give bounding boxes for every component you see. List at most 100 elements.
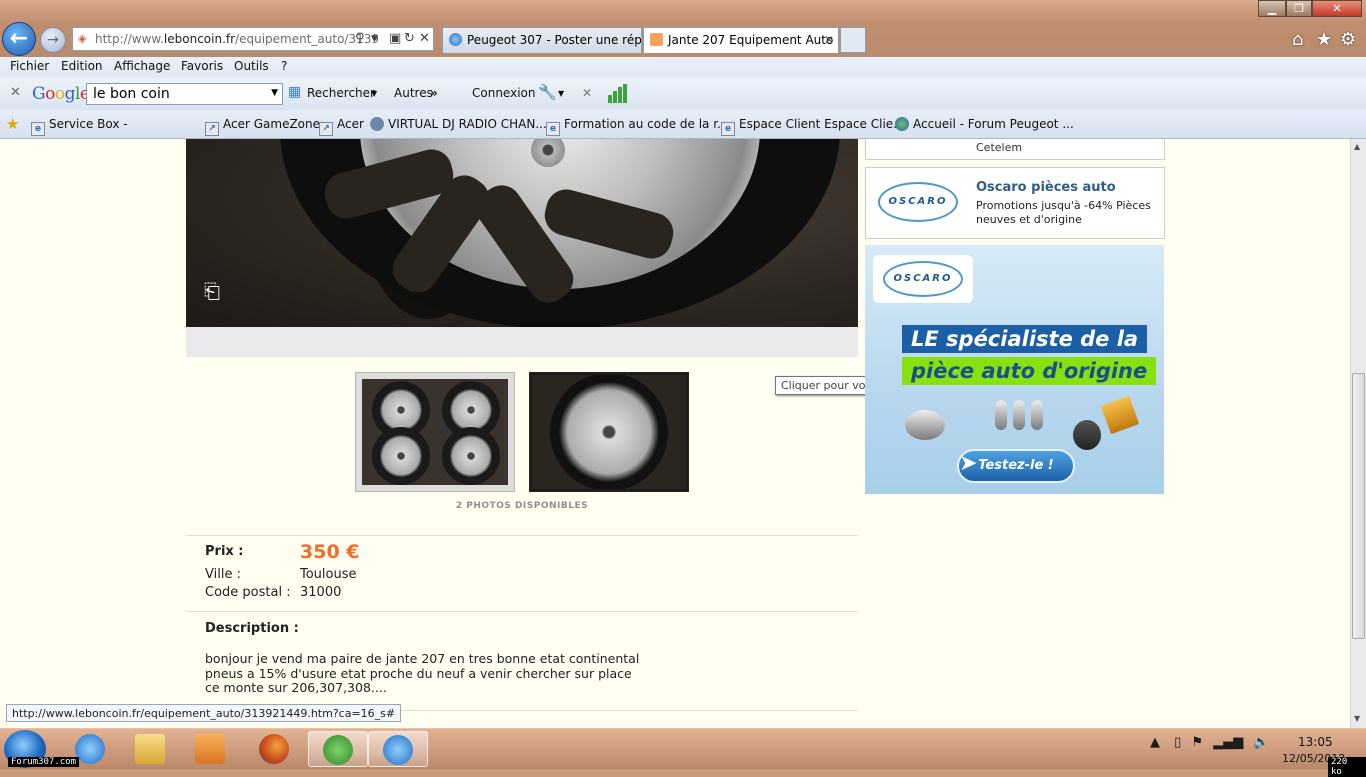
compat-view-icon[interactable]: ▣ xyxy=(389,31,401,46)
search-button[interactable]: Rechercher xyxy=(307,86,375,100)
thumbnail-image xyxy=(362,379,508,485)
banner-headline-2: pièce auto d'origine xyxy=(902,357,1157,385)
stop-icon[interactable]: ✕ xyxy=(419,31,430,46)
fav-formation-code[interactable]: e Formation au code de la r... xyxy=(546,117,729,136)
photo-footer-bar xyxy=(186,327,858,357)
leboncoin-icon xyxy=(650,33,663,46)
system-tray: ▲ ▯ ⚑ ▂▄▆ 🔈 xyxy=(1150,735,1270,750)
network-icon[interactable]: ▂▄▆ xyxy=(1213,735,1243,750)
ie-icon xyxy=(449,33,462,46)
search-icon[interactable]: ⚲ xyxy=(355,31,365,46)
favorites-star-icon[interactable]: ★ xyxy=(1316,29,1332,50)
new-tab-button[interactable] xyxy=(840,27,866,53)
spark-plug-icon xyxy=(1031,400,1043,430)
fav-service-box[interactable]: e Service Box - xyxy=(31,117,128,136)
show-hidden-icons-icon[interactable]: ▲ xyxy=(1150,735,1160,750)
more-button[interactable]: Autres xyxy=(394,86,433,100)
refresh-icon[interactable]: ↻ xyxy=(404,31,415,46)
air-filter-icon xyxy=(1100,395,1140,435)
description-line: ce monte sur 206,307,308.... xyxy=(205,680,387,695)
ad-oscaro-description: Promotions jusqu'à -64% Pièces neuves et… xyxy=(976,199,1151,226)
close-tab-icon[interactable]: ✕ xyxy=(824,33,834,47)
fav-acer[interactable]: ↗ Acer xyxy=(319,117,364,136)
pagerank-icon xyxy=(608,84,628,103)
media-player-icon xyxy=(195,734,225,764)
flag-icon[interactable]: ⚑ xyxy=(1191,735,1203,750)
maximize-button[interactable]: ❐ xyxy=(1286,0,1312,17)
menu-outils[interactable]: Outils xyxy=(234,59,269,73)
google-toolbar: ✕ Google le bon coin ▼ ▦ Rechercher ▼ Aut… xyxy=(0,78,1366,110)
thumb-wheel xyxy=(372,427,430,485)
device-icon[interactable]: ▯ xyxy=(1174,735,1181,750)
menu-edition[interactable]: Edition xyxy=(61,59,103,73)
status-url-popup: http://www.leboncoin.fr/equipement_auto/… xyxy=(6,704,402,722)
ie-page-icon: e xyxy=(546,122,560,136)
taskbar-messenger[interactable] xyxy=(308,731,368,767)
menu-favoris[interactable]: Favoris xyxy=(181,59,223,73)
spark-plug-icon xyxy=(995,400,1007,430)
file-size-watermark: 220 ko xyxy=(1328,757,1366,777)
menu-affichage[interactable]: Affichage xyxy=(114,59,170,73)
dropdown-icon[interactable]: ▼ xyxy=(558,89,564,98)
ad-oscaro-title[interactable]: Oscaro pièces auto xyxy=(976,180,1116,195)
menu-bar: Fichier Edition Affichage Favoris Outils… xyxy=(0,57,1366,78)
back-button[interactable]: ← xyxy=(2,22,36,56)
favorites-star-icon[interactable]: ★ xyxy=(6,115,19,133)
forward-button[interactable]: → xyxy=(40,27,66,53)
menu-fichier[interactable]: Fichier xyxy=(10,59,49,73)
google-logo: Google xyxy=(32,84,90,104)
description-line: pneus a 15% d'usure etat proche du neuf … xyxy=(205,665,632,681)
taskbar-media-player[interactable] xyxy=(180,731,240,767)
city-value: Toulouse xyxy=(300,567,357,582)
scroll-up-icon[interactable]: ▲ xyxy=(1354,142,1360,151)
menu-help[interactable]: ? xyxy=(281,59,287,73)
gear-icon[interactable]: ⚙ xyxy=(1340,29,1356,50)
address-text: http://www.leboncoin.fr/equipement_auto/… xyxy=(95,32,380,46)
close-toolbar-icon[interactable]: ✕ xyxy=(10,85,21,100)
main-listing-photo[interactable] xyxy=(186,139,858,327)
fav-forum-peugeot[interactable]: Accueil - Forum Peugeot ... xyxy=(895,117,1074,131)
thumbnail-2[interactable] xyxy=(529,372,689,492)
close-icon[interactable]: ✕ xyxy=(582,86,592,100)
google-search-input[interactable]: le bon coin ▼ xyxy=(86,83,283,105)
scroll-thumb[interactable] xyxy=(1352,373,1365,639)
taskbar-ie-active[interactable] xyxy=(368,731,428,767)
description-title: Description : xyxy=(205,621,299,636)
wrench-icon[interactable]: 🔧 xyxy=(538,83,557,101)
photos-count: 2 PHOTOS DISPONIBLES xyxy=(455,501,589,511)
tab-peugeot-forum[interactable]: Peugeot 307 - Poster une répo... xyxy=(442,27,642,53)
login-button[interactable]: Connexion xyxy=(472,86,536,100)
shortcut-icon: ↗ xyxy=(319,122,333,136)
banner-logo-box: OSCARO xyxy=(873,255,973,303)
ie-page-icon: e xyxy=(721,122,735,136)
dropdown-icon[interactable]: ▼ xyxy=(271,88,278,98)
ie-icon xyxy=(383,735,413,765)
ad-oscaro-banner[interactable]: OSCARO LE spécialiste de la pièce auto d… xyxy=(865,245,1164,494)
clock-time[interactable]: 13:05 xyxy=(1298,735,1333,749)
description-text: bonjour je vend ma paire de jante 207 en… xyxy=(205,651,645,696)
postal-code-label: Code postal : xyxy=(205,585,291,600)
fav-acer-gamezone[interactable]: ↗ Acer GameZone xyxy=(205,117,320,136)
vertical-scrollbar[interactable]: ▲ ▼ xyxy=(1350,139,1366,728)
fav-espace-client[interactable]: e Espace Client Espace Clie... xyxy=(721,117,905,136)
ad-oscaro-text[interactable]: OSCARO Oscaro pièces auto Promotions jus… xyxy=(865,167,1165,239)
tab-jante-207[interactable]: Jante 207 Equipement Auto ... ✕ xyxy=(643,27,839,53)
home-icon[interactable]: ⌂ xyxy=(1292,29,1303,50)
tab-label: Jante 207 Equipement Auto ... xyxy=(668,33,839,47)
dropdown-icon[interactable]: ▼ xyxy=(371,34,378,44)
banner-headline-1: LE spécialiste de la xyxy=(902,325,1148,353)
ad-cetelem[interactable]: Cetelem xyxy=(865,139,1165,160)
chevron-right-icon[interactable]: » xyxy=(430,86,438,100)
volume-icon[interactable]: 🔈 xyxy=(1253,735,1269,750)
scroll-down-icon[interactable]: ▼ xyxy=(1354,714,1360,723)
minimize-button[interactable]: ▁ xyxy=(1258,0,1286,17)
close-window-button[interactable]: ✕ xyxy=(1312,0,1362,17)
ie-icon xyxy=(75,734,105,764)
taskbar-explorer[interactable] xyxy=(120,731,180,767)
dropdown-icon[interactable]: ▼ xyxy=(371,89,377,98)
taskbar-firefox[interactable] xyxy=(244,731,304,767)
fav-virtual-dj[interactable]: VIRTUAL DJ RADIO CHAN... xyxy=(370,117,547,131)
address-bar[interactable]: ◈ http://www.leboncoin.fr/equipement_aut… xyxy=(72,27,434,51)
globe-icon xyxy=(895,117,909,131)
thumbnail-1[interactable] xyxy=(355,372,515,492)
